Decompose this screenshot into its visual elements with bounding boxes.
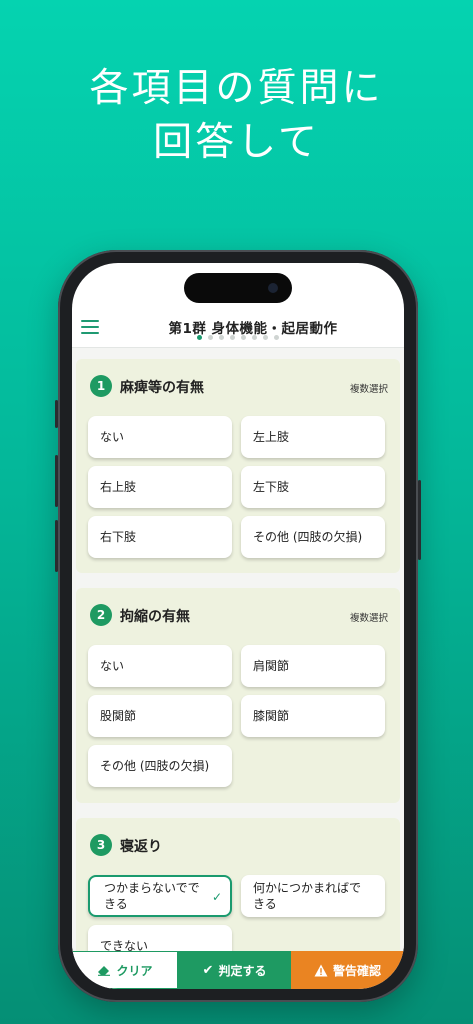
question-number: 3 xyxy=(90,834,112,856)
phone-volume-up xyxy=(55,455,58,507)
option-button[interactable]: 左上肢 xyxy=(241,416,385,458)
page-dot xyxy=(208,335,213,340)
page-indicator xyxy=(72,335,404,340)
question-title: 麻痺等の有無 xyxy=(120,380,204,396)
option-button-selected[interactable]: つかまらないでできる ✓ xyxy=(88,875,232,917)
question-number: 2 xyxy=(90,604,112,626)
judge-label: 判定する xyxy=(218,963,267,978)
page-dot xyxy=(230,335,235,340)
option-button[interactable]: 右上肢 xyxy=(88,466,232,508)
check-icon: ✔ xyxy=(202,962,214,978)
option-button[interactable]: その他 (四肢の欠損) xyxy=(241,516,385,558)
option-button[interactable]: 股関節 xyxy=(88,695,232,737)
app-bar: 第1群 身体機能・起居動作 xyxy=(72,309,404,349)
page-dot xyxy=(219,335,224,340)
page-dot xyxy=(197,335,202,340)
promo-heading-line1: 各項目の質問に xyxy=(89,66,384,111)
question-title: 拘縮の有無 xyxy=(120,609,190,625)
multi-select-note: 複数選択 xyxy=(349,613,388,624)
question-card-2: 2 拘縮の有無 複数選択 ない 肩関節 股関節 膝関節 その他 (四肢の欠損) xyxy=(76,588,400,803)
warning-check-button[interactable]: 警告確認 xyxy=(291,951,404,989)
option-button[interactable]: ない xyxy=(88,416,232,458)
hamburger-menu-icon[interactable] xyxy=(81,317,101,337)
page-dot xyxy=(274,335,279,340)
phone-silent-switch xyxy=(55,400,58,428)
dynamic-island xyxy=(184,273,292,303)
option-button[interactable]: その他 (四肢の欠損) xyxy=(88,745,232,787)
option-button[interactable]: できない xyxy=(88,925,232,951)
option-button[interactable]: 膝関節 xyxy=(241,695,385,737)
promo-heading: 各項目の質問に 回答して xyxy=(0,62,473,170)
phone-frame: 第1群 身体機能・起居動作 1 麻痺等の有無 複数選択 ない 左上肢 右上肢 左… xyxy=(55,250,421,1002)
option-button[interactable]: 肩関節 xyxy=(241,645,385,687)
eraser-icon xyxy=(98,966,111,976)
clear-label: クリア xyxy=(116,963,153,978)
option-label: つかまらないでできる xyxy=(104,881,200,911)
page-dot xyxy=(263,335,268,340)
phone-volume-down xyxy=(55,520,58,572)
option-button[interactable]: 左下肢 xyxy=(241,466,385,508)
clear-button[interactable]: クリア xyxy=(72,951,178,989)
option-button[interactable]: 何かにつかまればできる xyxy=(241,875,385,917)
warning-icon xyxy=(314,964,328,976)
app-screen: 第1群 身体機能・起居動作 1 麻痺等の有無 複数選択 ない 左上肢 右上肢 左… xyxy=(72,263,404,989)
multi-select-note: 複数選択 xyxy=(349,384,388,395)
question-card-1: 1 麻痺等の有無 複数選択 ない 左上肢 右上肢 左下肢 右下肢 その他 (四肢… xyxy=(76,359,400,573)
checkmark-icon: ✓ xyxy=(211,890,222,904)
warning-label: 警告確認 xyxy=(332,963,381,978)
question-list[interactable]: 1 麻痺等の有無 複数選択 ない 左上肢 右上肢 左下肢 右下肢 その他 (四肢… xyxy=(72,348,404,951)
bottom-action-bar: クリア ✔ 判定する 警告確認 xyxy=(72,951,404,989)
option-button[interactable]: 右下肢 xyxy=(88,516,232,558)
option-button[interactable]: ない xyxy=(88,645,232,687)
judge-button[interactable]: ✔ 判定する xyxy=(178,951,291,989)
page-dot xyxy=(241,335,246,340)
question-title: 寝返り xyxy=(120,839,162,855)
page-dot xyxy=(252,335,257,340)
question-number: 1 xyxy=(90,375,112,397)
promo-heading-line2: 回答して xyxy=(153,120,320,165)
page-title: 第1群 身体機能・起居動作 xyxy=(168,321,338,337)
phone-power-button xyxy=(418,480,421,560)
question-card-3: 3 寝返り つかまらないでできる ✓ 何かにつかまればできる できない xyxy=(76,818,400,951)
